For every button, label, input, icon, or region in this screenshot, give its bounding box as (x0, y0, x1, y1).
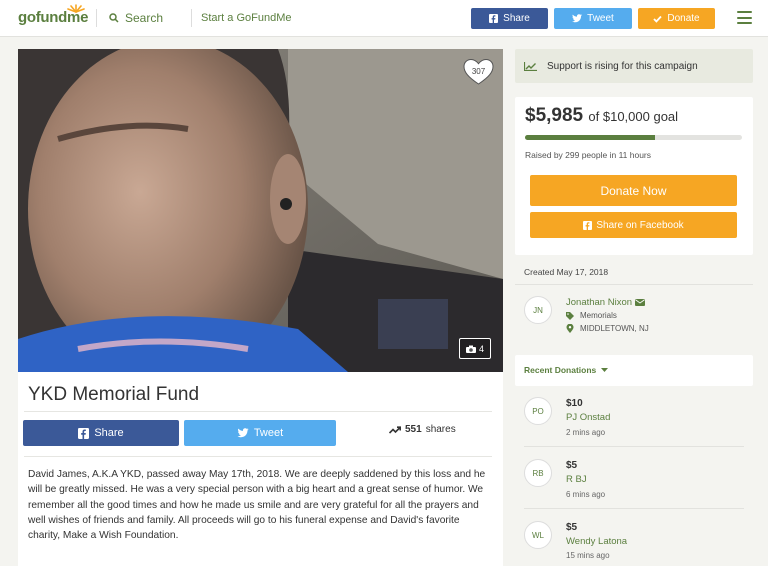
organizer-name: Jonathan Nixon (566, 297, 633, 308)
amount-raised: $5,985 of $10,000 goal (525, 105, 678, 127)
campaign-title: YKD Memorial Fund (28, 384, 200, 405)
organizer-name-link[interactable]: Jonathan Nixon (566, 297, 646, 308)
photo-count: 4 (478, 343, 484, 354)
location-pin-icon (566, 324, 574, 333)
donor-name: R BJ (566, 474, 587, 485)
donation-time: 15 mins ago (566, 551, 610, 560)
donor-name: Wendy Latona (566, 536, 628, 547)
search-link[interactable]: Search (109, 11, 163, 25)
campaign-story: David James, A.K.A YKD, passed away May … (28, 469, 486, 542)
tweet-button[interactable]: Tweet (184, 420, 336, 446)
header-donate-button[interactable]: Donate (638, 8, 715, 29)
campaign-photo[interactable] (18, 49, 503, 372)
checkmark-icon (653, 15, 663, 23)
start-gofundme-link[interactable]: Start a GoFundMe (201, 12, 292, 24)
shares-count: 551 (405, 424, 422, 435)
divider (524, 508, 744, 509)
favorite-heart-button[interactable]: 307 (463, 58, 494, 86)
donor-avatar: WL (524, 521, 552, 549)
caret-down-icon (601, 368, 609, 372)
divider (24, 411, 492, 412)
hamburger-menu-icon[interactable] (737, 11, 752, 24)
header-tweet-button[interactable]: Tweet (554, 8, 632, 29)
amount-value: $5,985 (525, 105, 584, 126)
logo-text-go: go (18, 9, 36, 26)
raised-by-text: Raised by 299 people in 11 hours (525, 150, 652, 160)
tag-icon (566, 311, 574, 320)
facebook-icon (78, 427, 90, 439)
heart-count: 307 (471, 67, 486, 76)
campaign-photo-illustration (18, 49, 503, 372)
donate-now-button[interactable]: Donate Now (530, 175, 737, 206)
divider (515, 284, 753, 285)
created-date: Created May 17, 2018 (524, 267, 609, 277)
recent-donations-title[interactable]: Recent Donations (524, 365, 609, 375)
logo-sun-icon (67, 4, 85, 13)
twitter-icon (237, 428, 249, 438)
donation-time: 2 mins ago (566, 428, 606, 437)
header-share-button[interactable]: Share (471, 8, 548, 29)
camera-icon (465, 345, 476, 353)
progress-bar (525, 135, 742, 140)
chart-line-icon (524, 61, 537, 71)
organizer-location: MIDDLETOWN, NJ (566, 324, 649, 333)
photo-gallery-button[interactable]: 4 (459, 338, 491, 359)
nav-divider (191, 9, 192, 27)
gofundme-logo[interactable]: gofundme (18, 4, 88, 26)
twitter-icon (572, 14, 583, 23)
facebook-icon (583, 220, 593, 230)
shares-counter: 551 shares (389, 424, 456, 435)
shares-label: shares (425, 424, 456, 435)
header-tweet-label: Tweet (587, 13, 614, 24)
progress-bar-fill (525, 135, 655, 140)
search-label: Search (125, 11, 164, 25)
facebook-icon (489, 14, 499, 23)
support-rising-banner: Support is rising for this campaign (515, 49, 753, 83)
share-button[interactable]: Share (23, 420, 179, 446)
donor-name: PJ Onstad (566, 412, 611, 423)
support-rising-text: Support is rising for this campaign (547, 60, 698, 72)
donation-amount: $10 (566, 398, 583, 409)
header-share-label: Share (503, 13, 530, 24)
header-donate-label: Donate (667, 13, 700, 24)
logo-text-fund: fund (35, 9, 68, 26)
divider (524, 446, 744, 447)
tweet-label: Tweet (253, 427, 284, 439)
organizer-location-text: MIDDLETOWN, NJ (580, 324, 649, 333)
envelope-icon[interactable] (635, 299, 646, 306)
organizer-avatar: JN (524, 296, 552, 324)
divider (24, 456, 492, 457)
donation-goal-card: $5,985 of $10,000 goal Raised by 299 peo… (515, 97, 753, 255)
nav-divider (96, 9, 97, 27)
donation-time: 6 mins ago (566, 490, 606, 499)
top-navigation-bar: gofundme Search Start a GoFundMe Share T… (0, 0, 768, 37)
share-on-facebook-button[interactable]: Share on Facebook (530, 212, 737, 238)
share-label: Share (94, 427, 124, 439)
share-on-facebook-label: Share on Facebook (596, 219, 684, 231)
donor-avatar: RB (524, 459, 552, 487)
organizer-category: Memorials (566, 311, 617, 320)
donor-avatar: PO (524, 397, 552, 425)
donation-amount: $5 (566, 522, 578, 533)
recent-donations-header[interactable]: Recent Donations (515, 355, 753, 386)
trending-up-icon (389, 425, 401, 434)
recent-donations-label: Recent Donations (524, 365, 597, 375)
organizer-category-text: Memorials (580, 311, 617, 320)
goal-text: of $10,000 goal (588, 109, 679, 124)
search-icon (109, 13, 119, 23)
donation-amount: $5 (566, 460, 578, 471)
